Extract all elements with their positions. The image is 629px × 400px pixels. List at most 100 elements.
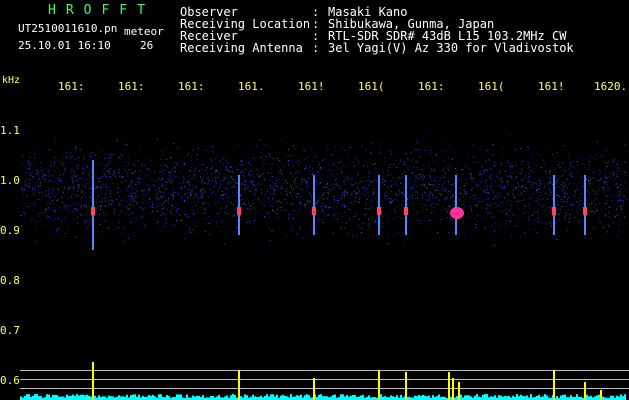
noise-dot <box>137 178 138 180</box>
noise-dot <box>194 225 196 227</box>
noise-dot <box>400 158 402 160</box>
noise-dot <box>101 198 103 200</box>
noise-dot <box>500 195 502 197</box>
noise-dot <box>387 169 389 171</box>
noise-dot <box>201 197 202 199</box>
noise-dot <box>276 213 278 215</box>
noise-dot <box>220 184 222 185</box>
noise-dot <box>304 168 305 170</box>
noise-dot <box>385 180 387 182</box>
noise-dot <box>304 206 306 208</box>
noise-dot <box>217 201 219 203</box>
noise-dot <box>478 185 479 187</box>
noise-dot <box>76 186 78 188</box>
noise-dot <box>602 177 603 179</box>
noise-dot <box>336 173 338 175</box>
echo-head <box>404 207 408 215</box>
noise-dot <box>596 209 598 211</box>
noise-dot <box>445 188 447 190</box>
noise-dot <box>322 222 324 224</box>
noise-dot <box>349 218 351 220</box>
noise-dot <box>367 229 369 230</box>
noise-dot <box>600 171 602 173</box>
noise-dot <box>134 170 136 172</box>
noise-dot <box>571 175 573 177</box>
noise-dot <box>184 200 186 202</box>
noise-dot <box>623 171 625 173</box>
noise-dot <box>561 184 562 186</box>
noise-dot <box>261 201 262 203</box>
noise-dot <box>409 179 411 181</box>
noise-dot <box>124 180 126 182</box>
noise-dot <box>340 167 341 169</box>
noise-dot <box>181 156 183 158</box>
noise-dot <box>192 213 194 215</box>
noise-dot <box>258 197 260 199</box>
noise-dot <box>375 163 377 165</box>
spectrum-bar <box>194 396 196 400</box>
noise-dot <box>210 189 212 191</box>
noise-dot <box>539 198 540 200</box>
noise-dot <box>149 177 151 179</box>
noise-dot <box>447 189 449 191</box>
noise-dot <box>543 210 545 212</box>
noise-dot <box>301 189 303 191</box>
noise-dot <box>104 158 106 159</box>
noise-dot <box>472 195 474 196</box>
noise-dot <box>366 199 368 200</box>
noise-dot <box>20 215 22 217</box>
noise-dot <box>318 199 319 201</box>
noise-dot <box>623 195 625 197</box>
noise-dot <box>620 205 622 207</box>
noise-dot <box>331 174 333 176</box>
noise-dot <box>298 165 299 166</box>
noise-dot <box>48 207 50 209</box>
noise-dot <box>281 209 283 211</box>
noise-dot <box>447 167 449 169</box>
noise-dot <box>171 223 173 225</box>
noise-dot <box>490 216 492 218</box>
noise-dot <box>543 159 545 161</box>
noise-dot <box>74 204 76 206</box>
noise-dot <box>558 219 560 221</box>
noise-dot <box>550 191 552 193</box>
noise-dot <box>202 163 204 165</box>
spectrum-bar <box>344 396 346 400</box>
noise-dot <box>477 197 479 199</box>
noise-dot <box>200 206 202 208</box>
noise-dot <box>177 177 179 179</box>
noise-dot <box>485 191 487 193</box>
noise-dot <box>177 192 179 194</box>
noise-dot <box>464 190 466 192</box>
spectrum-spike <box>238 370 240 400</box>
noise-dot <box>341 228 343 230</box>
spectrum-bar <box>588 396 590 400</box>
noise-dot <box>506 201 508 202</box>
noise-dot <box>326 153 327 155</box>
noise-dot <box>462 222 464 224</box>
noise-dot <box>469 173 471 175</box>
noise-dot <box>202 209 204 211</box>
noise-dot <box>313 151 315 153</box>
noise-dot <box>165 200 167 202</box>
noise-dot <box>176 163 178 165</box>
noise-dot <box>226 194 228 196</box>
noise-dot <box>179 182 181 184</box>
noise-dot <box>142 194 144 196</box>
noise-dot <box>174 224 175 226</box>
noise-dot <box>605 214 607 216</box>
noise-dot <box>307 199 308 201</box>
noise-dot <box>490 202 492 204</box>
spectrum-bar <box>610 395 612 400</box>
noise-dot <box>129 209 131 211</box>
noise-dot <box>532 182 534 184</box>
noise-dot <box>430 153 431 155</box>
noise-dot <box>251 182 253 184</box>
noise-dot <box>357 160 359 162</box>
meteor-echoes <box>91 160 587 250</box>
noise-dot <box>595 155 597 157</box>
spectrum-bar <box>68 396 70 400</box>
noise-dot <box>383 184 385 186</box>
noise-dot <box>510 166 512 168</box>
noise-dot <box>122 139 124 141</box>
